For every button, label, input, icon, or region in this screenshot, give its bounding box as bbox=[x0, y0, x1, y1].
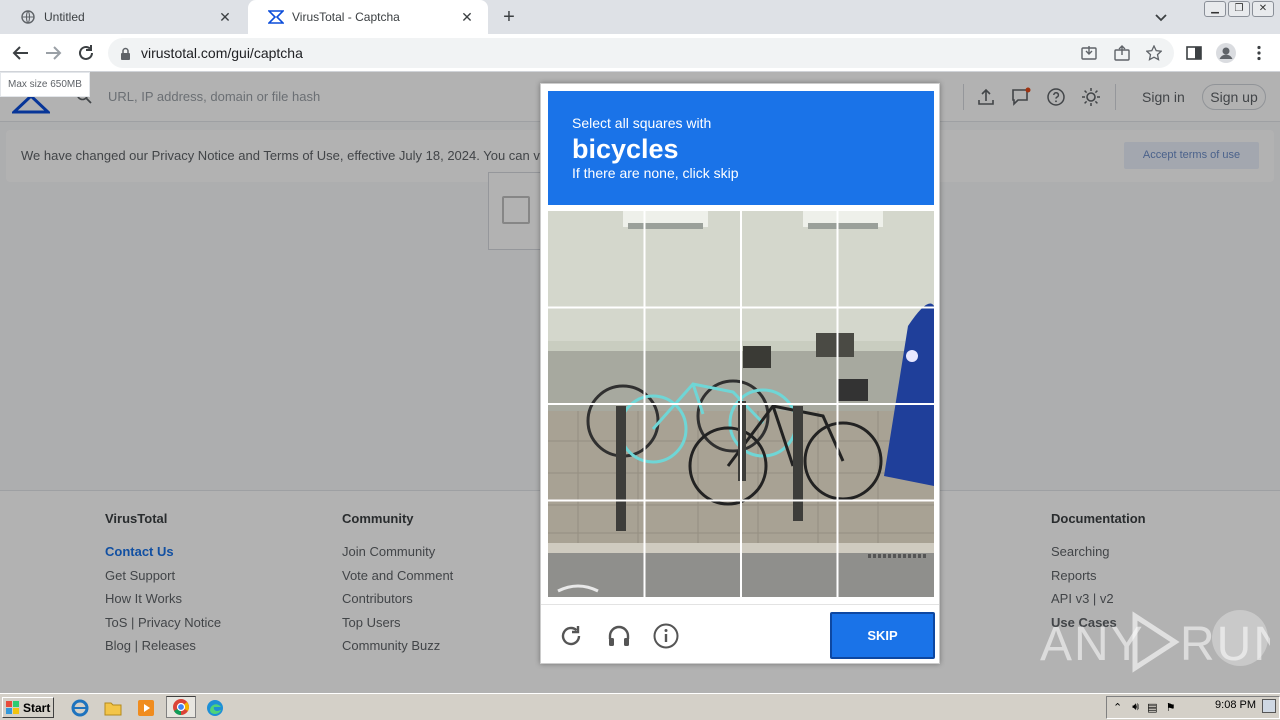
windows-logo-icon bbox=[6, 700, 19, 714]
window-controls: ▁ ❐ ✕ bbox=[1204, 1, 1274, 17]
tab-title: VirusTotal - Captcha bbox=[292, 10, 400, 24]
captcha-tile[interactable] bbox=[548, 211, 645, 308]
max-size-badge: Max size 650MB bbox=[0, 72, 90, 97]
action-center-flag-icon[interactable]: ⚑ bbox=[1166, 701, 1176, 714]
captcha-tile[interactable] bbox=[741, 211, 838, 308]
captcha-hint: If there are none, click skip bbox=[572, 165, 739, 181]
side-panel-icon[interactable] bbox=[1183, 42, 1205, 64]
media-player-icon[interactable] bbox=[136, 698, 156, 718]
tab-search-icon[interactable] bbox=[1152, 8, 1170, 26]
captcha-image-grid bbox=[548, 211, 934, 597]
anyrun-logo-icon: ANY RUN bbox=[1040, 610, 1280, 673]
url-text: virustotal.com/gui/captcha bbox=[141, 45, 303, 61]
network-icon[interactable]: ▤ bbox=[1147, 701, 1157, 714]
chrome-icon bbox=[173, 699, 189, 716]
captcha-tile[interactable] bbox=[645, 404, 742, 501]
chrome-menu-icon[interactable] bbox=[1248, 42, 1270, 64]
captcha-tile[interactable] bbox=[645, 308, 742, 405]
tab-title: Untitled bbox=[44, 10, 85, 24]
captcha-target-object: bicycles bbox=[572, 134, 679, 164]
clock[interactable]: 9:08 PM bbox=[1215, 699, 1256, 711]
captcha-tile[interactable] bbox=[645, 501, 742, 598]
chrome-taskbar-button[interactable] bbox=[166, 696, 196, 718]
tab-virustotal-captcha[interactable]: VirusTotal - Captcha ✕ bbox=[248, 0, 488, 34]
start-button[interactable]: Start bbox=[2, 697, 54, 718]
captcha-tile[interactable] bbox=[741, 308, 838, 405]
restore-button[interactable]: ❐ bbox=[1228, 1, 1250, 17]
captcha-tile[interactable] bbox=[645, 211, 742, 308]
captcha-tile[interactable] bbox=[741, 404, 838, 501]
address-bar[interactable]: virustotal.com/gui/captcha bbox=[108, 38, 1174, 68]
share-icon[interactable] bbox=[1111, 42, 1133, 64]
captcha-instruction: Select all squares with bbox=[572, 115, 712, 131]
reload-challenge-icon[interactable] bbox=[557, 622, 585, 650]
captcha-tile[interactable] bbox=[741, 501, 838, 598]
captcha-tile[interactable] bbox=[548, 404, 645, 501]
reload-icon[interactable] bbox=[75, 42, 97, 64]
captcha-tile[interactable] bbox=[838, 404, 935, 501]
forward-icon[interactable] bbox=[42, 42, 64, 64]
browser-toolbar: virustotal.com/gui/captcha bbox=[0, 34, 1280, 72]
show-hidden-icons-icon[interactable]: ⌃ bbox=[1113, 701, 1122, 714]
edge-icon[interactable] bbox=[205, 698, 225, 718]
virustotal-icon bbox=[268, 9, 284, 25]
show-desktop-button[interactable] bbox=[1262, 699, 1276, 713]
volume-icon[interactable]: 🔊︎ bbox=[1132, 701, 1139, 714]
captcha-tile[interactable] bbox=[548, 308, 645, 405]
file-explorer-icon[interactable] bbox=[103, 698, 123, 718]
back-icon[interactable] bbox=[10, 42, 32, 64]
start-label: Start bbox=[23, 700, 51, 715]
profile-avatar-icon[interactable] bbox=[1215, 42, 1237, 64]
close-tab-icon[interactable]: ✕ bbox=[216, 8, 234, 26]
captcha-footer: SKIP bbox=[541, 604, 939, 664]
captcha-tile[interactable] bbox=[838, 211, 935, 308]
close-window-button[interactable]: ✕ bbox=[1252, 1, 1274, 17]
lock-icon[interactable] bbox=[120, 47, 131, 60]
internet-explorer-icon[interactable] bbox=[70, 698, 90, 718]
captcha-tile[interactable] bbox=[838, 308, 935, 405]
windows-taskbar: Start ⌃ 🔊︎ ▤ ⚑ 9:08 PM bbox=[0, 693, 1280, 720]
audio-challenge-icon[interactable] bbox=[605, 622, 633, 650]
minimize-button[interactable]: ▁ bbox=[1204, 1, 1226, 17]
svg-text:ANY: ANY bbox=[1040, 618, 1145, 671]
captcha-tile[interactable] bbox=[548, 501, 645, 598]
info-icon[interactable] bbox=[652, 622, 680, 650]
close-tab-icon[interactable]: ✕ bbox=[458, 8, 476, 26]
install-app-icon[interactable] bbox=[1078, 42, 1100, 64]
new-tab-button[interactable]: + bbox=[498, 6, 520, 28]
captcha-dialog: Select all squares with bicycles If ther… bbox=[540, 83, 940, 664]
anyrun-watermark: ANY RUN bbox=[1040, 608, 1280, 689]
tab-untitled[interactable]: Untitled ✕ bbox=[0, 0, 246, 34]
tab-strip: Untitled ✕ VirusTotal - Captcha ✕ + ▁ ❐ … bbox=[0, 0, 1280, 34]
bookmark-star-icon[interactable] bbox=[1143, 42, 1165, 64]
captcha-tile[interactable] bbox=[838, 501, 935, 598]
skip-button[interactable]: SKIP bbox=[830, 612, 935, 659]
globe-icon bbox=[20, 9, 36, 25]
captcha-instruction-banner: Select all squares with bicycles If ther… bbox=[548, 91, 934, 205]
